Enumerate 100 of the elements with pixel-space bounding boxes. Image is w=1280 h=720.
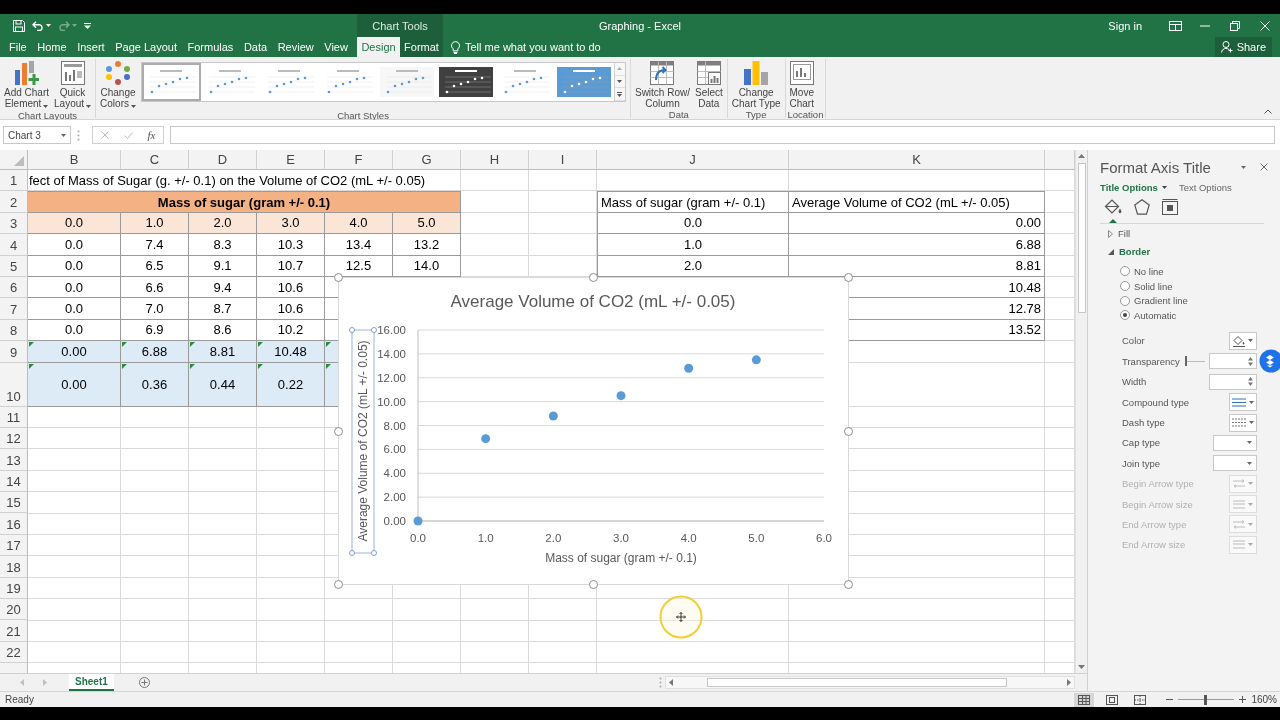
row-header[interactable]: 8	[0, 319, 28, 342]
column-header[interactable]: J	[597, 150, 789, 170]
section-header[interactable]: Border	[1100, 243, 1151, 260]
column-header[interactable]: H	[461, 150, 529, 170]
ribbon-tab[interactable]: Insert	[74, 37, 108, 57]
add-chart-element-button[interactable]: Add Chart Element	[2, 59, 52, 110]
gallery-down-button[interactable]	[614, 75, 625, 89]
options-tab[interactable]: Text Options	[1178, 181, 1232, 193]
arrow-type-dropdown[interactable]	[1229, 474, 1257, 493]
ribbon-tab[interactable]: Format	[400, 37, 443, 57]
arrow-type-dropdown[interactable]	[1229, 515, 1257, 534]
column-header[interactable]	[1045, 150, 1075, 170]
row-header[interactable]: 10	[0, 362, 28, 407]
new-sheet-button[interactable]	[138, 677, 150, 688]
row-header[interactable]: 9	[0, 341, 28, 363]
scroll-right-icon[interactable]	[1067, 679, 1071, 686]
ribbon-tab[interactable]: Review	[274, 37, 317, 57]
column-header[interactable]: D	[189, 150, 257, 170]
resize-handle[interactable]	[589, 580, 598, 589]
resize-handle[interactable]	[844, 427, 853, 436]
normal-view-button[interactable]	[1074, 692, 1095, 707]
name-box[interactable]: Chart 3	[3, 126, 71, 144]
save-button[interactable]	[13, 17, 25, 34]
section-header[interactable]: Fill	[1100, 225, 1131, 242]
pane-options-button[interactable]	[1239, 163, 1248, 171]
insert-function-button[interactable]: fx	[144, 127, 159, 143]
scrollbar-thumb[interactable]	[707, 678, 1007, 687]
dropdown-field[interactable]	[1213, 434, 1257, 451]
sign-in-link[interactable]: Sign in	[1108, 19, 1142, 32]
color-picker-button[interactable]	[1229, 331, 1257, 350]
ribbon-tab[interactable]: Page Layout	[112, 37, 180, 57]
column-header[interactable]: B	[28, 150, 121, 170]
horizontal-scrollbar[interactable]	[665, 676, 1075, 689]
resize-handle[interactable]	[334, 273, 343, 282]
radio-option[interactable]: No line	[1100, 264, 1164, 279]
zoom-out-icon[interactable]	[1166, 698, 1174, 701]
row-header[interactable]: 19	[0, 577, 28, 600]
ribbon-tab[interactable]: Data	[240, 37, 271, 57]
close-button[interactable]	[1258, 161, 1270, 173]
row-header[interactable]: 2	[0, 191, 28, 213]
row-header[interactable]: 17	[0, 534, 28, 557]
dropdown-field[interactable]	[1213, 455, 1257, 472]
row-header[interactable]: 1	[0, 170, 28, 192]
row-header[interactable]: 7	[0, 298, 28, 320]
scroll-left-icon[interactable]	[669, 679, 673, 686]
row-header[interactable]: 11	[0, 406, 28, 428]
column-header[interactable]: C	[121, 150, 189, 170]
options-tab[interactable]: Title Options	[1100, 181, 1167, 193]
row-header[interactable]: 18	[0, 556, 28, 578]
gallery-more-button[interactable]	[614, 88, 625, 101]
row-header[interactable]: 3	[0, 212, 28, 235]
formula-input[interactable]	[170, 126, 1275, 144]
column-header[interactable]: I	[529, 150, 597, 170]
floating-badge-icon[interactable]	[1259, 349, 1280, 373]
row-header[interactable]: 12	[0, 427, 28, 450]
ribbon-tab[interactable]: View	[321, 37, 351, 57]
row-header[interactable]: 4	[0, 234, 28, 256]
select-data-button[interactable]: Select Data	[693, 59, 725, 109]
sheet-tab[interactable]: Sheet1	[69, 674, 114, 691]
radio-option[interactable]: Automatic	[1100, 308, 1177, 323]
dash-type-dropdown[interactable]	[1229, 413, 1257, 432]
resize-handle[interactable]	[334, 580, 343, 589]
change-chart-type-button[interactable]: Change Chart Type	[729, 59, 783, 109]
row-header[interactable]: 22	[0, 641, 28, 664]
column-header[interactable]: F	[325, 150, 393, 170]
resize-handle[interactable]	[371, 550, 377, 556]
sheet-prev-icon[interactable]	[20, 679, 24, 686]
slider-thumb[interactable]	[1204, 694, 1208, 705]
row-header[interactable]: 5	[0, 255, 28, 277]
share-button[interactable]: Share	[1214, 37, 1272, 57]
column-header[interactable]: E	[257, 150, 325, 170]
change-colors-button[interactable]: Change Colors	[98, 59, 138, 110]
resize-handle[interactable]	[844, 273, 853, 282]
move-chart-button[interactable]: Move Chart	[787, 59, 816, 109]
arrow-size-dropdown[interactable]	[1229, 495, 1257, 514]
column-header[interactable]: G	[393, 150, 461, 170]
radio-option[interactable]: Gradient line	[1100, 293, 1188, 309]
radio-option[interactable]: Solid line	[1100, 278, 1173, 294]
zoom-in-icon[interactable]	[1239, 696, 1247, 703]
row-header[interactable]: 14	[0, 470, 28, 493]
zoom-level[interactable]: 160%	[1251, 694, 1277, 705]
ribbon-tab[interactable]: Home	[34, 37, 70, 57]
resize-handle[interactable]	[371, 327, 377, 333]
resize-handle[interactable]	[334, 427, 343, 436]
resize-handle[interactable]	[349, 550, 355, 556]
resize-handle[interactable]	[589, 273, 598, 282]
column-header[interactable]: K	[789, 150, 1045, 170]
row-header[interactable]: 21	[0, 620, 28, 642]
row-header[interactable]: 15	[0, 492, 28, 514]
vertical-scrollbar[interactable]	[1075, 150, 1087, 673]
arrow-size-dropdown[interactable]	[1229, 535, 1257, 554]
scroll-down-icon[interactable]	[1078, 665, 1085, 669]
scroll-up-icon[interactable]	[1078, 154, 1085, 158]
resize-handle[interactable]	[844, 580, 853, 589]
switch-row-column-button[interactable]: Switch Row/ Column	[632, 59, 692, 109]
resize-handle[interactable]	[349, 327, 355, 333]
tell-me-field[interactable]: Tell me what you want to do	[465, 39, 637, 55]
compound-type-dropdown[interactable]	[1229, 393, 1257, 412]
row-header[interactable]: 20	[0, 599, 28, 621]
sheet-next-icon[interactable]	[43, 679, 47, 686]
